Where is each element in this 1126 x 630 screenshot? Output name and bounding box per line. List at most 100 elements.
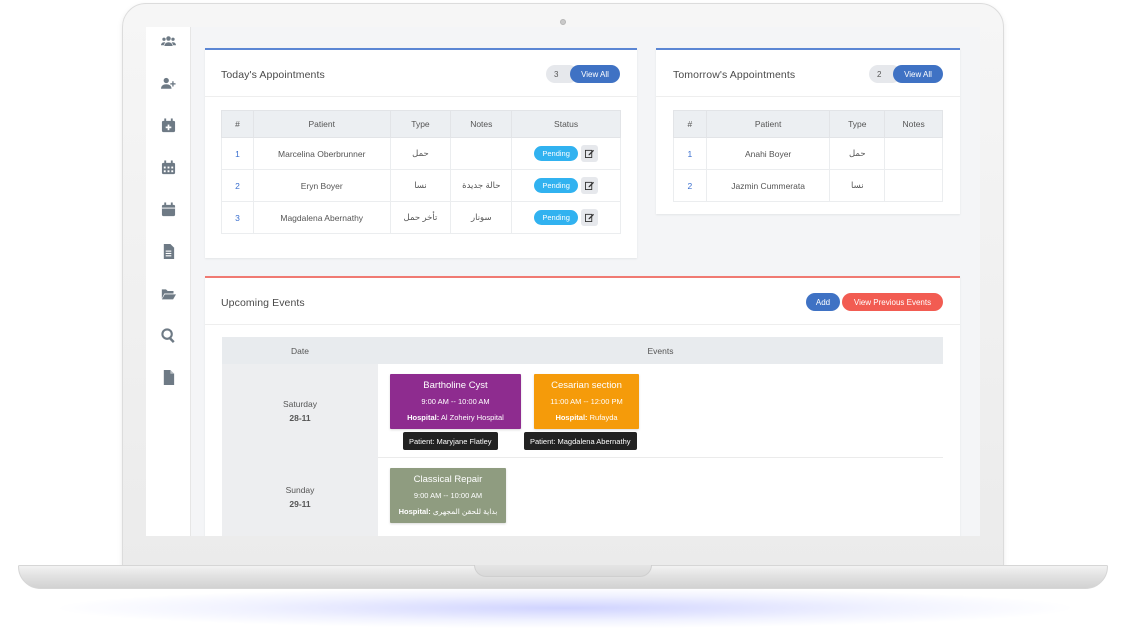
row-patient: Jazmin Cummerata: [705, 169, 831, 202]
event-hospital-name: Rufayda: [589, 413, 618, 422]
today-appointments-title: Today's Appointments: [221, 69, 325, 81]
table-row: 1 Anahi Boyer حمل: [673, 137, 943, 170]
events-divider: [205, 324, 960, 325]
status-badge[interactable]: Pending: [534, 210, 578, 225]
row-num[interactable]: 3: [221, 201, 254, 234]
events-col-events: Events: [378, 337, 943, 364]
row-patient: Magdalena Abernathy: [252, 201, 391, 234]
event-title: Bartholine Cyst: [423, 380, 488, 391]
col-type: Type: [389, 110, 452, 138]
today-appointments-card: Today's Appointments 3 View All # Patien…: [205, 48, 637, 258]
row-num[interactable]: 1: [673, 137, 707, 170]
edit-icon[interactable]: [580, 209, 598, 226]
app-screen: Today's Appointments 3 View All # Patien…: [146, 27, 980, 536]
row-status: Pending: [511, 169, 621, 202]
tomorrow-appointments-table: # Patient Type Notes 1 Anahi Boyer حمل 2…: [673, 110, 943, 202]
event-card[interactable]: Classical Repair 9:00 AM -- 10:00 AM Hos…: [390, 468, 506, 523]
table-row: 2 Eryn Boyer نسا حالة جديدة Pending: [221, 169, 621, 202]
document-icon[interactable]: [159, 369, 177, 385]
event-day-date: 29-11: [289, 499, 311, 509]
event-hospital-name: بداية للحقن المجهرى: [432, 507, 498, 516]
col-num: #: [221, 110, 254, 138]
event-patient-tooltip: Patient: Magdalena Abernathy: [524, 432, 637, 450]
tomorrow-view-all-button[interactable]: View All: [893, 65, 943, 83]
file-icon[interactable]: [159, 243, 177, 259]
event-card[interactable]: Bartholine Cyst 9:00 AM -- 10:00 AM Hosp…: [390, 374, 521, 429]
calendar-plus-icon[interactable]: [159, 117, 177, 133]
row-type: تأخر حمل: [389, 201, 452, 234]
col-num: #: [673, 110, 707, 138]
today-appointments-table: # Patient Type Notes Status 1 Marcelina …: [221, 110, 621, 234]
row-notes: [884, 169, 943, 202]
upcoming-events-title: Upcoming Events: [221, 297, 305, 309]
row-type: حمل: [829, 137, 886, 170]
laptop-notch: [474, 565, 652, 577]
event-hospital-name: Al Zoheiry Hospital: [440, 413, 504, 422]
row-patient: Eryn Boyer: [252, 169, 391, 202]
row-type: نسا: [389, 169, 452, 202]
tomorrow-table-header: # Patient Type Notes: [673, 110, 943, 138]
row-num[interactable]: 2: [673, 169, 707, 202]
add-event-button[interactable]: Add: [806, 293, 840, 311]
event-day-name: Sunday: [285, 485, 315, 495]
laptop-camera: [560, 19, 566, 25]
col-notes: Notes: [450, 110, 513, 138]
status-badge[interactable]: Pending: [534, 146, 578, 161]
event-hospital: Hospital: Al Zoheiry Hospital: [390, 413, 521, 422]
event-day-events: Classical Repair 9:00 AM -- 10:00 AM Hos…: [378, 458, 943, 536]
calendar-icon[interactable]: [159, 159, 177, 175]
event-time: 9:00 AM -- 10:00 AM: [421, 397, 490, 406]
event-hospital-label: Hospital:: [398, 507, 431, 516]
event-day-cell: Sunday 29-11: [222, 458, 378, 536]
calendar-day-icon[interactable]: [159, 201, 177, 217]
event-hospital: Hospital: بداية للحقن المجهرى: [390, 507, 506, 516]
event-hospital-label: Hospital:: [407, 413, 440, 422]
event-day-events: Bartholine Cyst 9:00 AM -- 10:00 AM Hosp…: [378, 364, 943, 458]
table-row: 3 Magdalena Abernathy تأخر حمل سونار Pen…: [221, 201, 621, 234]
row-notes: حالة جديدة: [450, 169, 513, 202]
event-patient-tooltip: Patient: Maryjane Flatley: [403, 432, 498, 450]
sidebar: [146, 27, 191, 536]
col-status: Status: [511, 110, 621, 138]
edit-icon[interactable]: [580, 145, 598, 162]
add-user-icon[interactable]: [159, 75, 177, 91]
row-status: Pending: [511, 201, 621, 234]
today-view-all-button[interactable]: View All: [570, 65, 620, 83]
row-status: Pending: [511, 137, 621, 170]
search-icon[interactable]: [159, 327, 177, 343]
event-title: Classical Repair: [413, 474, 483, 485]
edit-icon[interactable]: [580, 177, 598, 194]
event-card[interactable]: Cesarian section 11:00 AM -- 12:00 PM Ho…: [534, 374, 639, 429]
tomorrow-appointments-title: Tomorrow's Appointments: [673, 69, 796, 81]
tomorrow-divider: [656, 96, 960, 97]
col-patient: Patient: [705, 110, 831, 138]
view-previous-events-button[interactable]: View Previous Events: [842, 293, 943, 311]
events-col-date: Date: [222, 337, 378, 364]
col-notes: Notes: [884, 110, 943, 138]
today-table-header: # Patient Type Notes Status: [221, 110, 621, 138]
event-day-name: Saturday: [282, 399, 318, 409]
row-patient: Marcelina Oberbrunner: [252, 137, 391, 170]
table-row: 2 Jazmin Cummerata نسا: [673, 169, 943, 202]
users-icon[interactable]: [159, 33, 177, 49]
col-patient: Patient: [252, 110, 391, 138]
col-type: Type: [829, 110, 886, 138]
table-row: 1 Marcelina Oberbrunner حمل Pending: [221, 137, 621, 170]
event-time: 9:00 AM -- 10:00 AM: [413, 491, 483, 500]
event-hospital: Hospital: Rufayda: [534, 413, 639, 422]
tomorrow-appointments-card: Tomorrow's Appointments 2 View All # Pat…: [656, 48, 960, 214]
status-badge[interactable]: Pending: [534, 178, 578, 193]
event-title: Cesarian section: [551, 380, 622, 391]
row-notes: [450, 137, 513, 170]
folder-open-icon[interactable]: [159, 285, 177, 301]
row-num[interactable]: 1: [221, 137, 254, 170]
event-time: 11:00 AM -- 12:00 PM: [550, 397, 623, 406]
row-num[interactable]: 2: [221, 169, 254, 202]
row-notes: [884, 137, 943, 170]
today-divider: [205, 96, 637, 97]
row-notes: سونار: [450, 201, 513, 234]
row-type: حمل: [389, 137, 452, 170]
laptop-shadow: [60, 588, 1070, 628]
row-patient: Anahi Boyer: [705, 137, 831, 170]
event-day-cell: Saturday 28-11: [222, 364, 378, 458]
